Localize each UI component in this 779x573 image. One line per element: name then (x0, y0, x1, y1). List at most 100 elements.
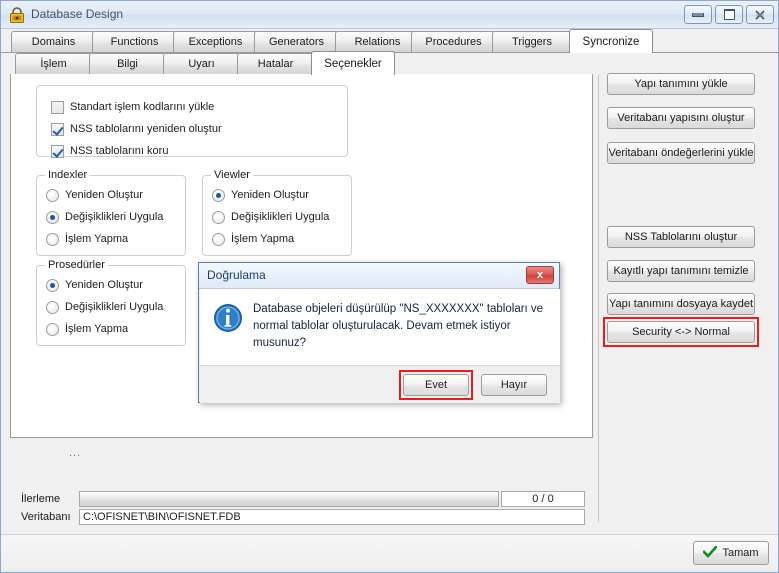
dialog-title: Doğrulama (207, 268, 266, 282)
tab-label: Triggers (512, 36, 552, 48)
radio-indexler-degisiklikleri-uygula[interactable]: Değişiklikleri Uygula (46, 209, 163, 225)
radio-label: Değişiklikleri Uygula (231, 211, 330, 223)
progress-bar (79, 491, 499, 507)
button-nss-tablolarini-olustur[interactable]: NSS Tablolarını oluştur (607, 226, 755, 248)
button-kayitli-yapi-tanimini-temizle[interactable]: Kayıtlı yapı tanımını temizle (607, 260, 755, 282)
info-icon (213, 303, 243, 336)
radio-unselected-icon (46, 188, 59, 202)
maximize-icon (716, 6, 742, 23)
radio-prosedurler-yeniden-olustur[interactable]: Yeniden Oluştur (46, 277, 143, 293)
radio-unselected-icon (212, 232, 225, 246)
tab-syncronize[interactable]: Syncronize (569, 29, 653, 53)
groupbox-indexler: Indexler Yeniden Oluştur Değişiklikleri Uy… (36, 169, 186, 256)
radio-unselected-icon (46, 322, 59, 336)
radio-indexler-i-slem-yapma[interactable]: İşlem Yapma (46, 231, 128, 247)
database-path-field[interactable]: C:\OFISNET\BIN\OFISNET.FDB (79, 509, 585, 525)
tab-label: Domains (31, 36, 76, 48)
checkbox-standart-islem-kodlarini-yukle[interactable]: Standart işlem kodlarını yükle (51, 99, 214, 115)
window-title: Database Design (31, 7, 124, 21)
radio-label: Yeniden Oluştur (231, 189, 309, 201)
annotation-highlight-security-normal (603, 317, 759, 347)
tab-label: Syncronize (582, 35, 640, 48)
minimize-button[interactable] (684, 5, 712, 24)
annotation-highlight-evet (399, 370, 473, 400)
tab-label: Relations (354, 36, 401, 48)
tab-label: Uyarı (188, 58, 215, 70)
checkbox-nss-tablolarini-yeniden-olustur[interactable]: NSS tablolarını yeniden oluştur (51, 121, 222, 137)
tab-relations[interactable]: Relations (335, 31, 420, 52)
checkbox-unchecked-icon (51, 100, 64, 114)
dialog-message: Database objeleri düşürülüp "NS_XXXXXXX"… (253, 303, 544, 349)
groupbox-title: Viewler (211, 169, 253, 181)
radio-indexler-yeniden-olustur[interactable]: Yeniden Oluştur (46, 187, 143, 203)
radio-unselected-icon (46, 232, 59, 246)
tab-label: Hatalar (257, 58, 294, 70)
button-label: Veritabanı yapısını oluştur (617, 112, 745, 124)
button-yapi-tanimini-dosyaya-kaydet[interactable]: Yapı tanımını dosyaya kaydet (607, 293, 755, 315)
tab-exceptions[interactable]: Exceptions (173, 31, 258, 52)
close-button[interactable] (746, 5, 774, 24)
radio-label: İşlem Yapma (65, 323, 129, 335)
checkbox-label: NSS tablolarını yeniden oluştur (70, 123, 222, 135)
radio-selected-icon (212, 188, 225, 202)
database-design-window: Database Design Domains Functions Exceptio… (0, 0, 779, 573)
subtab-secenekler[interactable]: Seçenekler (311, 51, 395, 75)
button-yapi-tanimini-yukle[interactable]: Yapı tanımını yükle (607, 73, 755, 95)
dialog-footer: Evet Hayır (200, 365, 560, 403)
ok-button-label: Tamam (722, 547, 759, 559)
button-label: Yapı tanımını dosyaya kaydet (608, 298, 754, 310)
button-veritabani-yapisini-olustur[interactable]: Veritabanı yapısını oluştur (607, 107, 755, 129)
subtab-hatalar[interactable]: Hatalar (237, 53, 314, 74)
ok-button[interactable]: Tamam (693, 541, 769, 565)
checkbox-nss-tablolarini-koru[interactable]: NSS tablolarını koru (51, 143, 168, 159)
log-placeholder: ... (69, 447, 82, 459)
tab-label: Seçenekler (324, 57, 382, 70)
tab-generators[interactable]: Generators (254, 31, 339, 52)
radio-viewler-degisiklikleri-uygula[interactable]: Değişiklikleri Uygula (212, 209, 329, 225)
maximize-button[interactable] (715, 5, 743, 24)
button-veritabani-ondegerlerini-yukle[interactable]: Veritabanı öndeğerlerini yükle (607, 142, 755, 164)
radio-prosedurler-degisiklikleri-uygula[interactable]: Değişiklikleri Uygula (46, 299, 163, 315)
progress-count: 0 / 0 (501, 491, 585, 507)
radio-viewler-yeniden-olustur[interactable]: Yeniden Oluştur (212, 187, 309, 203)
dialog-body: Database objeleri düşürülüp "NS_XXXXXXX"… (200, 289, 560, 365)
tab-functions[interactable]: Functions (92, 31, 177, 52)
window-controls (684, 5, 774, 24)
radio-label: Değişiklikleri Uygula (65, 211, 164, 223)
confirmation-dialog: Doğrulama x Database objeleri düşürülüp … (198, 262, 560, 403)
subtab-uyari[interactable]: Uyarı (163, 53, 240, 74)
radio-viewler-i-slem-yapma[interactable]: İşlem Yapma (212, 231, 294, 247)
button-label: Kayıtlı yapı tanımını temizle (613, 265, 749, 277)
button-label: NSS Tablolarını oluştur (624, 231, 738, 243)
radio-prosedurler-i-slem-yapma[interactable]: İşlem Yapma (46, 321, 128, 337)
subtab-i-slem[interactable]: İşlem (15, 53, 92, 74)
tab-label: İşlem (40, 58, 67, 70)
button-label: Yapı tanımını yükle (634, 78, 728, 90)
primary-tabbar: Domains Functions Exceptions Generators Rela… (1, 29, 778, 53)
radio-label: İşlem Yapma (231, 233, 295, 245)
tab-procedures[interactable]: Procedures (411, 31, 496, 52)
dialog-button-label: Hayır (500, 379, 528, 391)
green-check-icon (702, 544, 719, 561)
dialog-titlebar: Doğrulama x (199, 263, 559, 289)
minimize-icon (685, 6, 711, 23)
tab-triggers[interactable]: Triggers (492, 31, 572, 52)
radio-unselected-icon (212, 210, 225, 224)
tab-label: Exceptions (188, 36, 243, 48)
dialog-close-button[interactable]: x (526, 266, 554, 284)
close-icon: x (536, 269, 544, 281)
groupbox-title: Indexler (45, 169, 91, 181)
tab-label: Functions (110, 36, 159, 48)
radio-selected-icon (46, 278, 59, 292)
close-icon (747, 6, 773, 23)
tab-label: Bilgi (117, 58, 138, 70)
groupbox-prosedurler: Prosedürler Yeniden Oluştur Değişiklikleri… (36, 259, 186, 346)
checkbox-checked-icon (51, 144, 64, 158)
radio-label: Yeniden Oluştur (65, 279, 143, 291)
radio-label: İşlem Yapma (65, 233, 129, 245)
progress-label: İlerleme (21, 493, 61, 505)
subtab-bilgi[interactable]: Bilgi (89, 53, 166, 74)
dialog-button-hayir[interactable]: Hayır (481, 374, 547, 396)
tab-domains[interactable]: Domains (11, 31, 96, 52)
radio-label: Yeniden Oluştur (65, 189, 143, 201)
